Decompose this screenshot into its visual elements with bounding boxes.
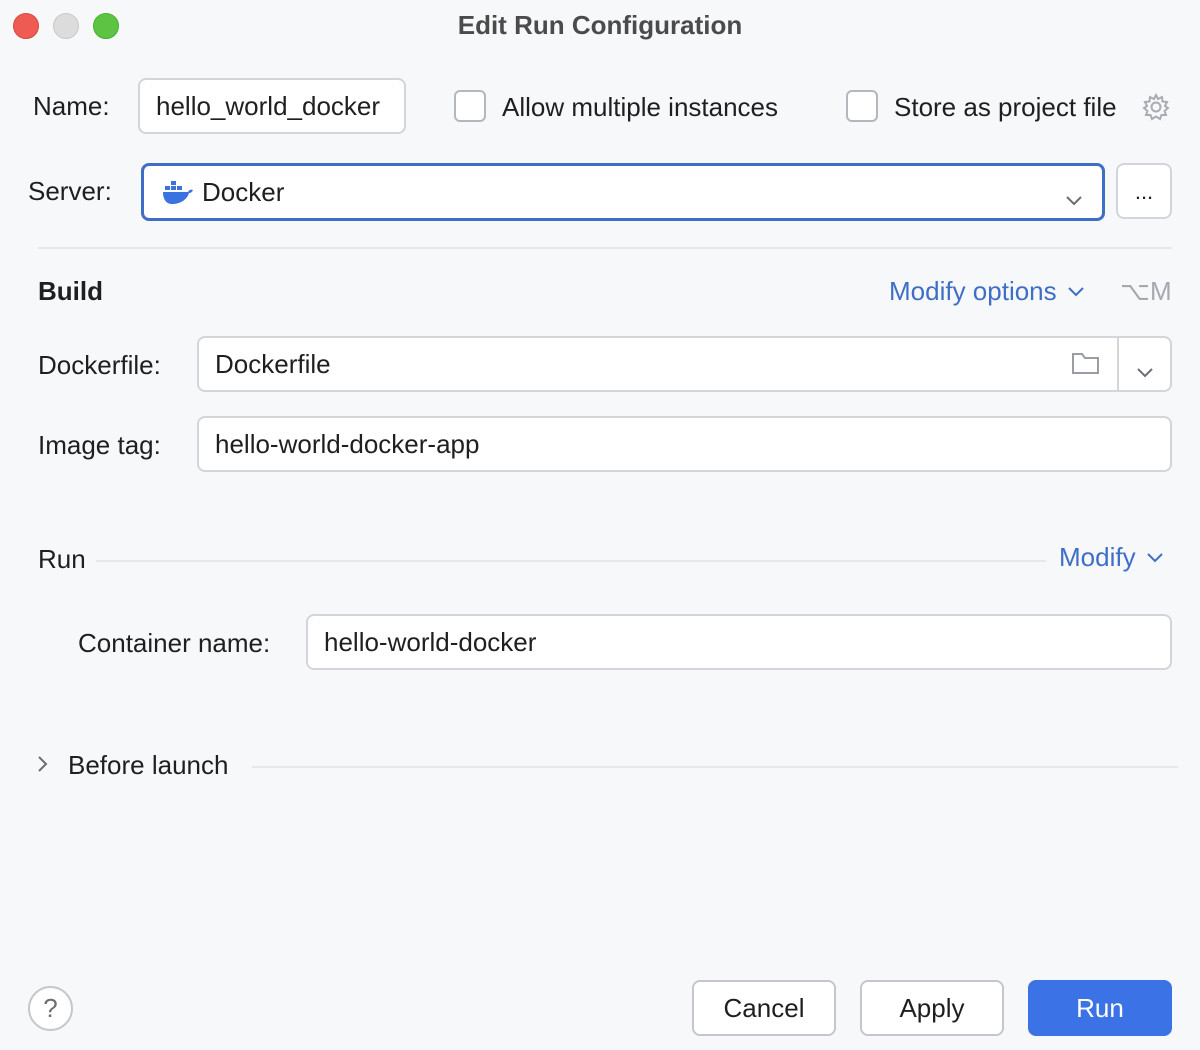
- run-heading: Run: [38, 544, 86, 574]
- name-input[interactable]: hello_world_docker: [138, 78, 406, 134]
- divider: [96, 560, 1046, 562]
- run-button[interactable]: Run: [1028, 980, 1172, 1036]
- allow-multiple-instances-checkbox[interactable]: [454, 90, 486, 122]
- dockerfile-label: Dockerfile:: [38, 350, 161, 380]
- modify-options-label: Modify options: [889, 276, 1057, 306]
- container-name-input-value: hello-world-docker: [324, 626, 537, 657]
- server-browse-button[interactable]: ...: [1116, 163, 1172, 219]
- name-input-value: hello_world_docker: [156, 90, 381, 121]
- allow-multiple-instances-label[interactable]: Allow multiple instances: [502, 92, 778, 123]
- chevron-down-icon: [1064, 184, 1084, 215]
- image-tag-input-value: hello-world-docker-app: [215, 428, 480, 459]
- dockerfile-input-value: Dockerfile: [215, 348, 331, 379]
- chevron-right-icon[interactable]: [36, 754, 50, 779]
- container-name-label: Container name:: [78, 628, 271, 658]
- folder-icon[interactable]: [1071, 350, 1101, 383]
- server-select-value: Docker: [202, 176, 285, 207]
- divider: [38, 247, 1172, 249]
- field-divider: [1117, 338, 1119, 390]
- cancel-button[interactable]: Cancel: [692, 980, 836, 1036]
- chevron-down-icon[interactable]: [1135, 356, 1155, 387]
- run-button-label: Run: [1076, 992, 1124, 1023]
- image-tag-input[interactable]: hello-world-docker-app: [197, 416, 1172, 472]
- store-as-project-file-checkbox[interactable]: [846, 90, 878, 122]
- chevron-down-icon: [1067, 286, 1085, 298]
- name-label: Name:: [33, 91, 110, 121]
- modify-label: Modify: [1059, 542, 1136, 572]
- modify-options-link[interactable]: Modify options: [889, 276, 1085, 307]
- server-browse-label: ...: [1134, 179, 1154, 204]
- dockerfile-input[interactable]: Dockerfile: [197, 336, 1172, 392]
- build-heading: Build: [38, 276, 103, 306]
- before-launch-toggle[interactable]: Before launch: [68, 750, 228, 781]
- divider: [252, 766, 1178, 768]
- chevron-down-icon: [1146, 552, 1164, 564]
- gear-icon[interactable]: [1141, 92, 1171, 122]
- help-button[interactable]: ?: [28, 986, 73, 1031]
- server-label: Server:: [28, 176, 112, 206]
- apply-button[interactable]: Apply: [860, 980, 1004, 1036]
- container-name-input[interactable]: hello-world-docker: [306, 614, 1172, 670]
- help-icon: ?: [43, 993, 58, 1023]
- store-as-project-file-label[interactable]: Store as project file: [894, 92, 1117, 123]
- modify-link[interactable]: Modify: [1059, 542, 1164, 573]
- cancel-button-label: Cancel: [723, 992, 805, 1023]
- docker-icon: [162, 178, 194, 206]
- image-tag-label: Image tag:: [38, 430, 161, 460]
- modify-options-shortcut: ⌥M: [1120, 276, 1172, 306]
- window-title: Edit Run Configuration: [457, 10, 743, 40]
- server-select[interactable]: Docker: [141, 163, 1105, 221]
- apply-button-label: Apply: [899, 992, 965, 1023]
